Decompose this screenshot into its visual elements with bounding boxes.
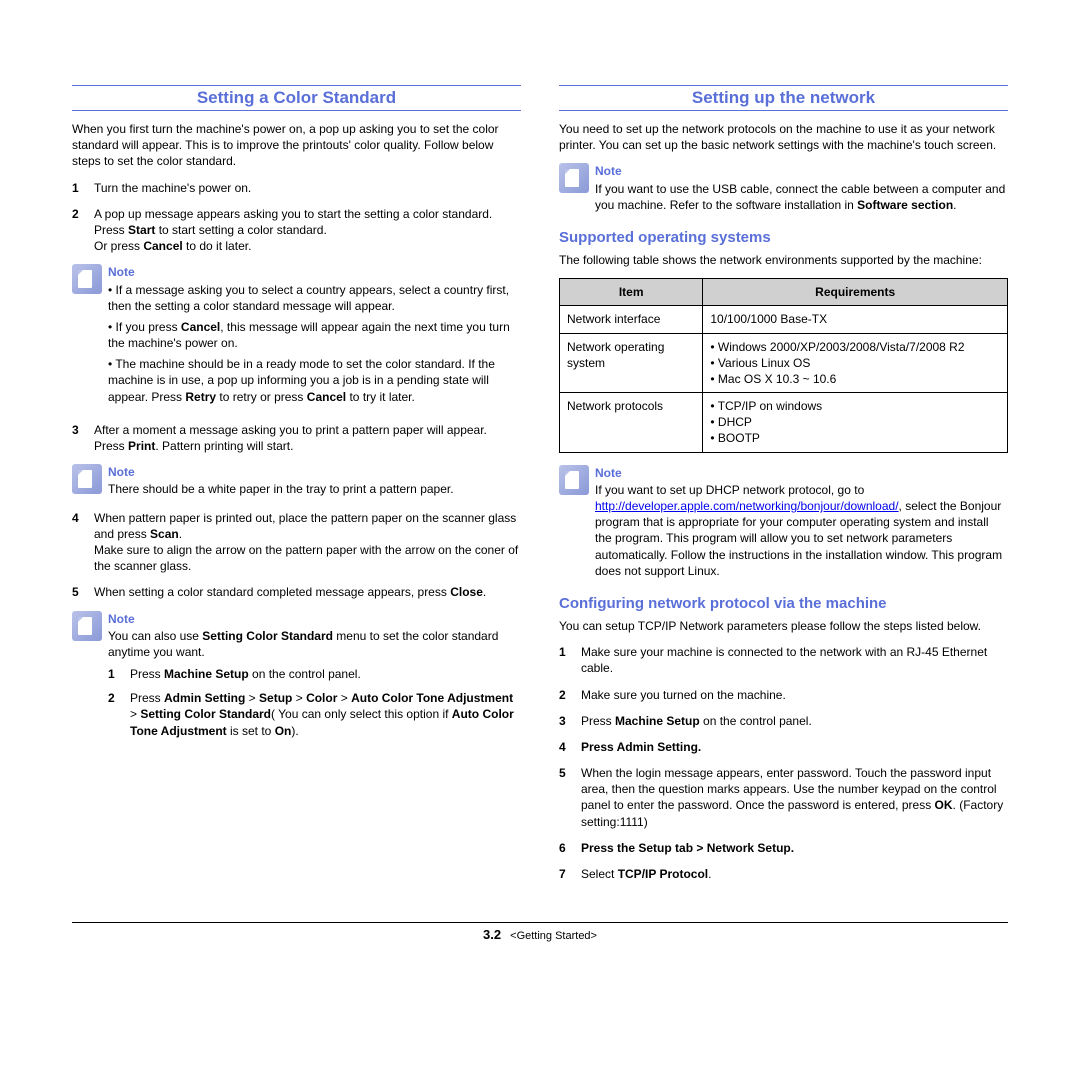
- note-text: If you want to use the USB cable, connec…: [595, 181, 1008, 213]
- substep-2: 2Press Admin Setting > Setup > Color > A…: [108, 690, 521, 739]
- right-column: Setting up the network You need to set u…: [559, 85, 1008, 892]
- step-2: 2 A pop up message appears asking you to…: [72, 206, 521, 255]
- intro-para: When you first turn the machine's power …: [72, 121, 521, 170]
- note-title: Note: [108, 611, 521, 627]
- list-item: BOOTP: [710, 430, 1000, 446]
- heading-setting-up-network: Setting up the network: [559, 85, 1008, 111]
- heading-config-network: Configuring network protocol via the mac…: [559, 595, 1008, 612]
- page-number: 3.2: [483, 927, 501, 942]
- config-steps-list: 1Make sure your machine is connected to …: [559, 644, 1008, 882]
- note-title: Note: [108, 464, 521, 480]
- substeps-list: 1Press Machine Setup on the control pane…: [108, 666, 521, 739]
- step-5: 5 When setting a color standard complete…: [72, 584, 521, 600]
- table-row: Network interface 10/100/1000 Base-TX: [560, 306, 1008, 333]
- step-7: 7Select TCP/IP Protocol.: [559, 866, 1008, 882]
- color-steps-list: 1Turn the machine's power on. 2 A pop up…: [72, 180, 521, 255]
- step-3: 3 After a moment a message asking you to…: [72, 422, 521, 454]
- note-text: You can also use Setting Color Standard …: [108, 628, 521, 660]
- table-row: Network operating system Windows 2000/XP…: [560, 333, 1008, 393]
- note-icon: [559, 163, 589, 193]
- heading-setting-color-standard: Setting a Color Standard: [72, 85, 521, 111]
- note-item: • If a message asking you to select a co…: [108, 282, 521, 314]
- page-footer: 3.2 <Getting Started>: [72, 922, 1008, 942]
- config-intro: You can setup TCP/IP Network parameters …: [559, 618, 1008, 634]
- intro-para: You need to set up the network protocols…: [559, 121, 1008, 153]
- note-block-usb: Note If you want to use the USB cable, c…: [559, 163, 1008, 213]
- requirements-table: Item Requirements Network interface 10/1…: [559, 278, 1008, 453]
- note-block-1: Note • If a message asking you to select…: [72, 264, 521, 410]
- footer-section: <Getting Started>: [510, 930, 597, 942]
- note-icon: [559, 465, 589, 495]
- step-4: 4 When pattern paper is printed out, pla…: [72, 510, 521, 575]
- note-icon: [72, 611, 102, 641]
- color-steps-list-cont: 3 After a moment a message asking you to…: [72, 422, 521, 454]
- table-header-row: Item Requirements: [560, 279, 1008, 306]
- note-block-2: Note There should be a white paper in th…: [72, 464, 521, 497]
- step-6: 6Press the Setup tab > Network Setup.: [559, 840, 1008, 856]
- note-title: Note: [108, 264, 521, 280]
- note-title: Note: [595, 163, 1008, 179]
- list-item: DHCP: [710, 414, 1000, 430]
- note-item: • The machine should be in a ready mode …: [108, 356, 521, 405]
- step-5: 5When the login message appears, enter p…: [559, 765, 1008, 830]
- note-block-dhcp: Note If you want to set up DHCP network …: [559, 465, 1008, 579]
- note-item: • If you press Cancel, this message will…: [108, 319, 521, 351]
- bonjour-link[interactable]: http://developer.apple.com/networking/bo…: [595, 499, 899, 513]
- col-item: Item: [560, 279, 703, 306]
- note-block-3: Note You can also use Setting Color Stan…: [72, 611, 521, 747]
- step-1: 1Make sure your machine is connected to …: [559, 644, 1008, 676]
- step-4: 4Press Admin Setting.: [559, 739, 1008, 755]
- note-title: Note: [595, 465, 1008, 481]
- note-text: If you want to set up DHCP network proto…: [595, 482, 1008, 579]
- left-column: Setting a Color Standard When you first …: [72, 85, 521, 892]
- two-column-layout: Setting a Color Standard When you first …: [72, 85, 1008, 892]
- note-icon: [72, 264, 102, 294]
- substep-1: 1Press Machine Setup on the control pane…: [108, 666, 521, 682]
- table-row: Network protocols TCP/IP on windows DHCP…: [560, 393, 1008, 453]
- list-item: Various Linux OS: [710, 355, 1000, 371]
- list-item: Mac OS X 10.3 ~ 10.6: [710, 371, 1000, 387]
- step-1: 1Turn the machine's power on.: [72, 180, 521, 196]
- heading-supported-os: Supported operating systems: [559, 229, 1008, 246]
- step-2: 2Make sure you turned on the machine.: [559, 687, 1008, 703]
- list-item: Windows 2000/XP/2003/2008/Vista/7/2008 R…: [710, 339, 1000, 355]
- note-text: There should be a white paper in the tra…: [108, 481, 521, 497]
- step-3: 3Press Machine Setup on the control pane…: [559, 713, 1008, 729]
- note-icon: [72, 464, 102, 494]
- col-requirements: Requirements: [703, 279, 1008, 306]
- list-item: TCP/IP on windows: [710, 398, 1000, 414]
- table-intro: The following table shows the network en…: [559, 252, 1008, 268]
- color-steps-list-cont2: 4 When pattern paper is printed out, pla…: [72, 510, 521, 601]
